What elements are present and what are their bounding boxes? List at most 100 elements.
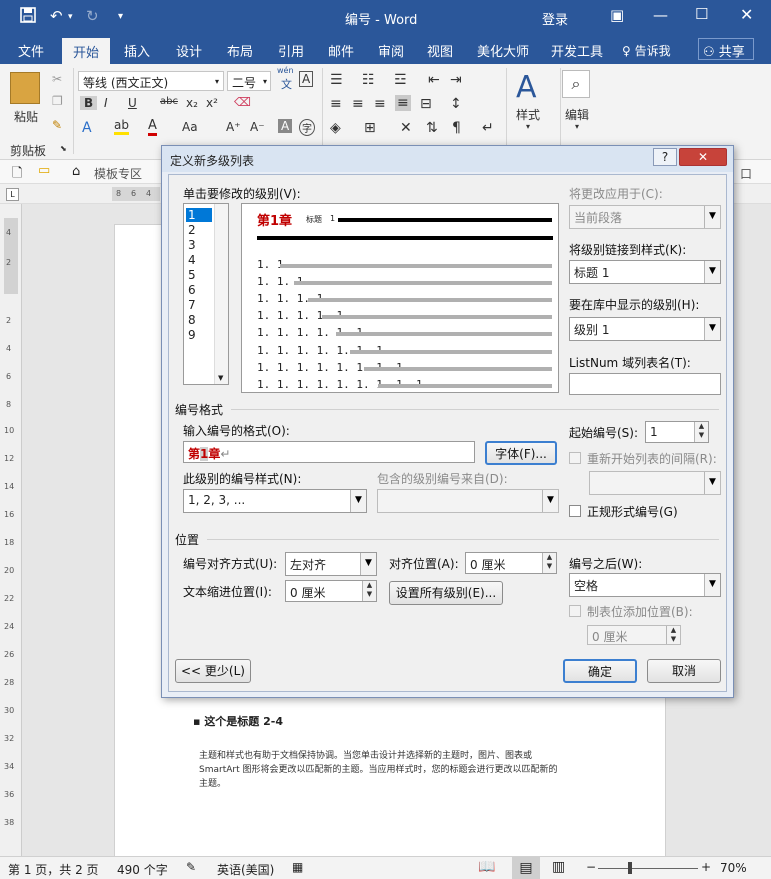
tab-layout[interactable]: 布局	[227, 41, 253, 60]
bold-button[interactable]: B	[80, 96, 98, 110]
font-button[interactable]: 字体(F)...	[485, 441, 557, 465]
ok-button[interactable]: 确定	[563, 659, 637, 683]
level-listbox[interactable]: 1 2 3 4 5 6 7 8 9 ▼	[183, 203, 229, 385]
grow-font-icon[interactable]: A⁺	[226, 120, 241, 134]
shading-icon[interactable]: ◈	[330, 120, 341, 136]
zoom-slider-thumb[interactable]	[628, 862, 632, 874]
template-zone-link[interactable]: 模板专区	[94, 165, 142, 182]
level-item[interactable]: 2	[186, 223, 212, 237]
styles-icon[interactable]: A	[516, 70, 537, 105]
spin-arrows-icon[interactable]: ▲ ▼	[362, 581, 376, 601]
document-paragraph[interactable]: 主题和样式也有助于文档保持协调。当您单击设计并选择新的主题时，图片、图表或 Sm…	[199, 749, 629, 791]
legal-style-checkbox[interactable]	[569, 505, 581, 517]
borders-icon[interactable]: ⊞	[364, 120, 376, 136]
level-item[interactable]: 1	[186, 208, 212, 222]
scroll-down-icon[interactable]: ▼	[218, 374, 223, 382]
apply-to-select[interactable]: 当前段落 ▼	[569, 205, 721, 229]
level-item[interactable]: 4	[186, 253, 212, 267]
phonetic-guide-icon[interactable]: 文	[281, 76, 292, 92]
less-button[interactable]: << 更少(L)	[175, 659, 251, 683]
number-format-field[interactable]: 第1章↵	[183, 441, 475, 463]
spin-arrows-icon[interactable]: ▲ ▼	[542, 553, 556, 573]
distributed-icon[interactable]: ⊟	[420, 96, 432, 112]
align-select[interactable]: 左对齐 ▼	[285, 552, 377, 576]
help-button[interactable]: ?	[653, 148, 677, 166]
strikethrough-button[interactable]: abc	[160, 96, 178, 107]
maximize-icon[interactable]: ☐	[695, 5, 708, 23]
tab-mailings[interactable]: 邮件	[328, 41, 354, 60]
tab-design[interactable]: 设计	[176, 41, 202, 60]
styles-label[interactable]: 样式	[516, 106, 540, 123]
decrease-indent-icon[interactable]: ⇤	[428, 72, 440, 88]
restart-checkbox[interactable]	[569, 452, 581, 464]
tab-references[interactable]: 引用	[278, 41, 304, 60]
sort-icon[interactable]: ⇅	[426, 120, 438, 136]
editing-label[interactable]: 编辑	[565, 106, 589, 123]
include-level-select[interactable]: ▼	[377, 489, 559, 513]
link-style-select[interactable]: 标题 1 ▼	[569, 260, 721, 284]
tab-beautify[interactable]: 美化大师	[477, 41, 529, 60]
level-item[interactable]: 7	[186, 298, 212, 312]
zoom-slider[interactable]	[598, 868, 698, 869]
tab-selector-icon[interactable]: L	[6, 188, 19, 201]
level-item[interactable]: 5	[186, 268, 212, 282]
character-border-icon[interactable]: A	[299, 71, 314, 87]
share-button[interactable]: ⚇ 共享	[698, 38, 754, 60]
listnum-field[interactable]	[569, 373, 721, 395]
tab-review[interactable]: 审阅	[378, 41, 404, 60]
number-style-select[interactable]: 1, 2, 3, ... ▼	[183, 489, 367, 513]
font-name-box[interactable]: 等线 (西文正文) ▾	[78, 71, 224, 91]
subscript-button[interactable]: x₂	[186, 96, 198, 110]
text-effects-icon[interactable]: A	[82, 120, 92, 136]
superscript-button[interactable]: x²	[206, 96, 218, 110]
cut-icon[interactable]: ✂	[52, 72, 62, 86]
zoom-out-button[interactable]: −	[586, 860, 596, 874]
language-indicator[interactable]: 英语(美国)	[217, 861, 274, 878]
scrollbar[interactable]: ▼	[214, 204, 228, 384]
tab-view[interactable]: 视图	[427, 41, 453, 60]
undo-dropdown-icon[interactable]: ▾	[68, 12, 73, 22]
word-count[interactable]: 490 个字	[117, 861, 168, 878]
character-shading-icon[interactable]: A	[278, 119, 293, 133]
zoom-level[interactable]: 70%	[720, 861, 747, 875]
chevron-down-icon[interactable]: ▾	[575, 122, 579, 131]
underline-button[interactable]: U	[128, 96, 137, 110]
find-icon[interactable]: ⌕	[562, 70, 590, 98]
document-heading[interactable]: ▪ 这个是标题 2-4	[193, 713, 283, 729]
read-mode-icon[interactable]: 📖	[478, 859, 495, 875]
spin-arrows-icon[interactable]: ▲ ▼	[666, 626, 680, 644]
tab-developer[interactable]: 开发工具	[551, 41, 603, 60]
font-color-icon[interactable]: A	[148, 118, 157, 136]
undo-icon[interactable]: ↶	[50, 7, 63, 25]
new-doc-icon[interactable]: 🗋	[12, 164, 22, 186]
clipboard-launcher-icon[interactable]: ⬊	[60, 144, 67, 153]
clear-formatting-icon[interactable]: ⌫	[234, 95, 251, 109]
redo-icon[interactable]: ↻	[86, 7, 99, 25]
enclose-characters-icon[interactable]: 字	[299, 119, 315, 136]
customize-qat-icon[interactable]: ▾	[118, 11, 123, 22]
paragraph-marks-icon[interactable]: ¶	[452, 120, 461, 136]
set-all-levels-button[interactable]: 设置所有级别(E)...	[389, 581, 503, 605]
level-item[interactable]: 3	[186, 238, 212, 252]
save-icon[interactable]	[20, 7, 36, 27]
restart-after-select[interactable]: ▼	[589, 471, 721, 495]
align-left-icon[interactable]: ≡	[330, 96, 342, 112]
align-right-icon[interactable]: ≡	[374, 96, 386, 112]
tabstop-checkbox[interactable]	[569, 605, 581, 617]
page-count[interactable]: 第 1 页，共 2 页	[8, 861, 99, 878]
numbering-icon[interactable]: ☷	[362, 72, 375, 88]
chinese-layout-icon[interactable]: ✕	[400, 120, 412, 136]
zoom-in-button[interactable]: +	[701, 860, 711, 874]
login-link[interactable]: 登录	[542, 9, 568, 28]
ribbon-display-icon[interactable]: ▣	[610, 6, 624, 24]
line-spacing-icon[interactable]: ↕	[450, 96, 462, 112]
increase-indent-icon[interactable]: ⇥	[450, 72, 462, 88]
multilevel-list-icon[interactable]: ☲	[394, 72, 407, 88]
macro-record-icon[interactable]: ▦	[292, 860, 303, 874]
paste-label[interactable]: 粘贴	[14, 108, 38, 125]
home-icon[interactable]: ⌂	[72, 164, 80, 179]
chevron-down-icon[interactable]: ▾	[526, 122, 530, 131]
align-center-icon[interactable]: ≡	[352, 96, 364, 112]
web-layout-icon[interactable]: ▥	[552, 859, 565, 875]
tab-insert[interactable]: 插入	[124, 41, 150, 60]
